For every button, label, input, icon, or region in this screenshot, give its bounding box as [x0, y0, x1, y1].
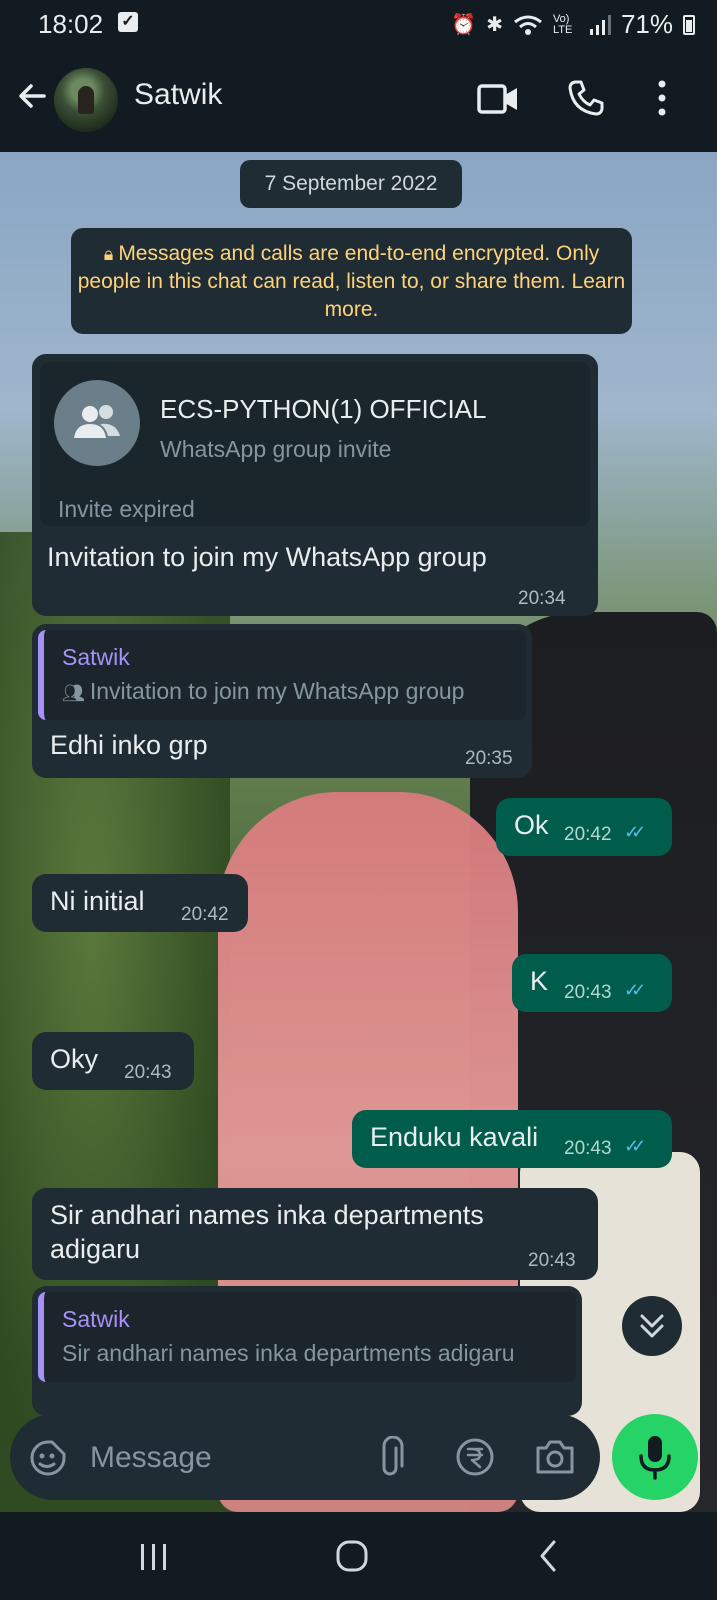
- voice-call-icon[interactable]: [566, 78, 606, 118]
- message-incoming[interactable]: Ni initial 20:42: [32, 874, 248, 932]
- battery-icon: [683, 14, 695, 35]
- message-text: Enduku kavali: [370, 1122, 539, 1152]
- double-chevron-down-icon: [640, 1314, 664, 1338]
- wifi-icon: [514, 15, 542, 35]
- chat-header: Satwik: [0, 48, 717, 152]
- message-incoming[interactable]: Sir andhari names inka departments adiga…: [32, 1188, 598, 1280]
- quoted-message[interactable]: Satwik Sir andhari names inka department…: [38, 1292, 576, 1382]
- group-avatar: [54, 380, 140, 466]
- quoted-text: Sir andhari names inka departments adiga…: [62, 1340, 515, 1366]
- group-icon: [74, 405, 120, 438]
- message-outgoing[interactable]: K 20:43 ✓✓: [512, 954, 672, 1012]
- message-text-line-2: adigaru: [50, 1234, 141, 1264]
- home-icon[interactable]: [334, 1538, 370, 1574]
- message-input-bar[interactable]: [10, 1414, 600, 1502]
- network-label: Vo) LTE: [552, 12, 573, 36]
- message-time: 20:43: [564, 982, 612, 1003]
- status-icons: ⏰ ✱ Vo) LTE 71%: [451, 9, 695, 40]
- mic-icon: [639, 1436, 671, 1480]
- message-time: 20:43: [124, 1062, 172, 1083]
- message-incoming[interactable]: Oky 20:43: [32, 1032, 194, 1090]
- bluetooth-icon: ✱: [486, 14, 503, 36]
- quoted-author: Satwik: [62, 1306, 130, 1332]
- quoted-author: Satwik: [62, 644, 130, 670]
- message-time: 20:42: [181, 904, 229, 925]
- group-name: ECS-PYTHON(1) OFFICIAL: [160, 394, 487, 424]
- emoji-sticker-icon[interactable]: [28, 1438, 68, 1478]
- clock: 18:02: [38, 9, 104, 39]
- message-reply[interactable]: Satwik Sir andhari names inka department…: [32, 1286, 582, 1416]
- group-invite-subtitle: WhatsApp group invite: [160, 436, 392, 462]
- battery-percent: 71%: [620, 9, 673, 39]
- message-input[interactable]: [88, 1414, 372, 1502]
- invite-status: Invite expired: [58, 496, 195, 522]
- message-reply[interactable]: Satwik 👥︎ Invitation to join my WhatsApp…: [32, 624, 532, 778]
- message-group-invite[interactable]: ECS-PYTHON(1) OFFICIAL WhatsApp group in…: [32, 354, 598, 616]
- alarm-icon: ⏰: [451, 14, 477, 36]
- more-vert-icon[interactable]: [652, 78, 672, 118]
- read-ticks-icon: ✓✓: [624, 822, 646, 842]
- lock-icon: 🔒︎: [103, 244, 119, 264]
- camera-icon[interactable]: [534, 1438, 576, 1476]
- scroll-to-bottom-button[interactable]: [622, 1296, 682, 1356]
- message-text: Ok: [514, 810, 549, 840]
- signal-icon: [589, 14, 611, 35]
- encryption-text: Messages and calls are end-to-end encryp…: [77, 242, 626, 321]
- message-outgoing[interactable]: Ok 20:42 ✓✓: [496, 798, 672, 856]
- message-time: 20:42: [564, 824, 612, 845]
- encryption-notice[interactable]: 🔒︎ Messages and calls are end-to-end enc…: [71, 228, 632, 334]
- notification-check-icon: ✓: [118, 12, 138, 32]
- message-composer: [0, 1400, 717, 1512]
- message-time: 20:34: [518, 588, 566, 609]
- group-invite-card[interactable]: ECS-PYTHON(1) OFFICIAL WhatsApp group in…: [40, 362, 590, 526]
- message-text: Edhi inko grp: [50, 730, 208, 760]
- voice-record-button[interactable]: [612, 1414, 698, 1500]
- back-arrow-icon[interactable]: [14, 78, 50, 114]
- message-time: 20:43: [528, 1250, 576, 1271]
- message-text: Ni initial: [50, 886, 145, 916]
- attach-icon[interactable]: [372, 1436, 408, 1480]
- contact-name[interactable]: Satwik: [134, 78, 222, 112]
- message-time: 20:35: [465, 748, 513, 769]
- read-ticks-icon: ✓✓: [624, 980, 646, 1000]
- quoted-text: 👥︎ Invitation to join my WhatsApp group: [62, 678, 464, 705]
- status-bar: 18:02 ✓ ⏰ ✱ Vo) LTE 71%: [0, 0, 717, 48]
- group-small-icon: 👥︎: [62, 683, 90, 703]
- message-text: Oky: [50, 1044, 99, 1074]
- read-ticks-icon: ✓✓: [624, 1136, 646, 1156]
- message-text-line-1: Sir andhari names inka departments: [50, 1200, 484, 1230]
- system-navigation-bar: [0, 1512, 717, 1600]
- contact-avatar[interactable]: [54, 68, 118, 132]
- recent-apps-icon[interactable]: [138, 1542, 170, 1572]
- message-text: K: [530, 966, 549, 996]
- payment-rupee-icon[interactable]: [454, 1436, 496, 1478]
- video-call-icon[interactable]: [476, 82, 520, 116]
- message-outgoing[interactable]: Enduku kavali 20:43 ✓✓: [352, 1110, 672, 1168]
- quoted-text-value: Invitation to join my WhatsApp group: [89, 678, 465, 704]
- message-text: Invitation to join my WhatsApp group: [47, 542, 487, 572]
- date-chip: 7 September 2022: [240, 160, 462, 208]
- message-time: 20:43: [564, 1138, 612, 1159]
- chat-area[interactable]: 7 September 2022 🔒︎ Messages and calls a…: [0, 152, 717, 1512]
- nav-back-icon[interactable]: [536, 1538, 560, 1574]
- quoted-message[interactable]: Satwik 👥︎ Invitation to join my WhatsApp…: [38, 630, 526, 720]
